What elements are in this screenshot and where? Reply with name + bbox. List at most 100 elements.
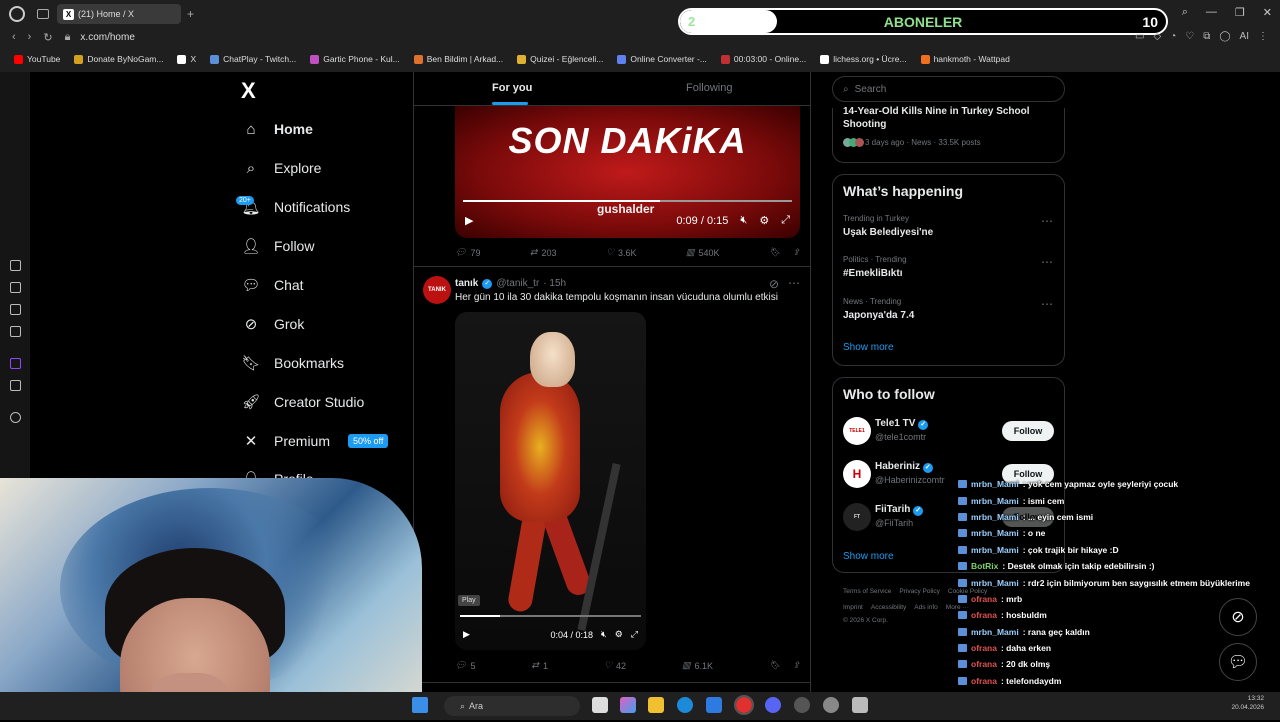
account-name[interactable]: FiiTarih ✓: [875, 504, 924, 516]
footer-link[interactable]: Ads info: [914, 604, 938, 611]
footer-link[interactable]: Accessibility: [871, 604, 906, 611]
twitch-icon[interactable]: [10, 358, 21, 369]
share-icon[interactable]: ⇪: [792, 660, 800, 671]
browser-logo-icon[interactable]: [9, 6, 25, 22]
account-name[interactable]: Haberiniz ✓: [875, 461, 933, 473]
reply-button[interactable]: 💬︎ 79: [455, 247, 480, 258]
extension-icon[interactable]: ♡: [1185, 31, 1194, 42]
nav-chat[interactable]: 💬︎ Chat: [241, 276, 303, 294]
post1-video[interactable]: SON DAKiKA gushalder ▶ 0:09 / 0:15 🔇︎ ⚙ …: [455, 106, 800, 238]
bookmark-icon[interactable]: 🔖︎: [769, 660, 780, 671]
task-view-icon[interactable]: [592, 697, 608, 713]
maximize-button[interactable]: ❐: [1235, 6, 1245, 19]
discord-icon[interactable]: [765, 697, 781, 713]
author-handle[interactable]: @tanik_tr: [496, 278, 539, 289]
x-logo[interactable]: X: [241, 78, 256, 104]
forward-icon[interactable]: ›: [28, 31, 32, 43]
trend-name[interactable]: Japonya'da 7.4: [843, 310, 914, 321]
mail-icon[interactable]: [10, 326, 21, 337]
reader-icon[interactable]: [10, 282, 21, 293]
mute-icon[interactable]: 🔇︎: [740, 214, 747, 227]
close-button[interactable]: ✕: [1263, 6, 1272, 19]
nav-explore[interactable]: ⌕ Explore: [242, 159, 322, 177]
bookmark-item[interactable]: Donate ByNoGam...: [74, 54, 163, 64]
settings-gear-icon[interactable]: ⚙: [759, 214, 769, 227]
steam-icon[interactable]: [794, 697, 810, 713]
x-icon[interactable]: [10, 380, 21, 391]
bookmark-item[interactable]: Ben Bildim | Arkad...: [413, 54, 503, 64]
ai-icon[interactable]: AI: [1240, 31, 1249, 42]
views-button[interactable]: ▥ 6.1K: [682, 660, 713, 671]
account-name[interactable]: Tele1 TV ✓: [875, 418, 929, 430]
show-more-link[interactable]: Show more: [843, 342, 894, 353]
notes-icon[interactable]: [10, 304, 21, 315]
play-icon[interactable]: ▶: [463, 629, 470, 640]
new-tab-button[interactable]: +: [187, 7, 194, 21]
extension-icon[interactable]: ◇: [1153, 31, 1161, 42]
bookmark-item[interactable]: lichess.org • Ücre...: [820, 54, 907, 64]
nav-premium[interactable]: ✕ Premium 50% off: [242, 432, 389, 450]
workspaces-icon[interactable]: [37, 9, 49, 19]
fullscreen-icon[interactable]: ⤢: [631, 629, 638, 640]
bookmark-item[interactable]: Online Converter -...: [617, 54, 707, 64]
tab-following[interactable]: Following: [686, 82, 732, 94]
clock-icon[interactable]: [10, 412, 21, 423]
menu-icon[interactable]: ⋮: [1258, 31, 1268, 42]
more-options-icon[interactable]: ⋯: [788, 276, 800, 290]
messages-float-button[interactable]: 💬︎: [1219, 643, 1257, 681]
windows-start-icon[interactable]: [412, 697, 428, 713]
avatar[interactable]: FT: [843, 503, 871, 531]
browser-tab[interactable]: X (21) Home / X: [57, 4, 181, 24]
app-icon[interactable]: [852, 697, 868, 713]
store-icon[interactable]: [706, 697, 722, 713]
bookmark-item[interactable]: Gartic Phone - Kul...: [310, 54, 400, 64]
obs-icon[interactable]: [823, 697, 839, 713]
avatar[interactable]: TELE1: [843, 417, 871, 445]
follow-button[interactable]: Follow: [1002, 421, 1054, 441]
bookmark-item[interactable]: hankmoth - Wattpad: [920, 54, 1010, 64]
extension-icon[interactable]: ◔: [1170, 31, 1176, 42]
repost-button[interactable]: ⇄ 203: [530, 247, 557, 258]
post2-video[interactable]: Play ▶ 0:04 / 0:18 🔇︎ ⚙ ⤢: [455, 312, 646, 650]
back-icon[interactable]: ‹: [12, 31, 16, 43]
footer-link[interactable]: Privacy Policy: [899, 588, 939, 595]
search-tabs-icon[interactable]: ⌕: [1182, 6, 1188, 19]
nav-follow[interactable]: 👤︎ Follow: [241, 237, 314, 255]
bookmark-item[interactable]: YouTube: [14, 54, 60, 64]
play-icon[interactable]: ▶: [465, 214, 473, 227]
bookmark-item[interactable]: ChatPlay - Twitch...: [210, 54, 296, 64]
nav-bookmarks[interactable]: 🔖︎ Bookmarks: [241, 354, 344, 372]
trend-name[interactable]: Uşak Belediyesi'ne: [843, 227, 933, 238]
mute-icon[interactable]: 🔇︎: [601, 629, 607, 640]
reload-icon[interactable]: ↻: [43, 31, 52, 44]
video-progress-bar[interactable]: [460, 615, 641, 617]
nav-grok[interactable]: ⊘ Grok: [242, 315, 305, 333]
trend-name[interactable]: #EmekliBıktı: [843, 268, 902, 279]
more-options-icon[interactable]: ⋯: [1041, 214, 1053, 228]
nav-home[interactable]: ⌂ Home: [242, 120, 312, 138]
extension-icon[interactable]: ▭: [1135, 31, 1144, 42]
profile-icon[interactable]: ◯: [1219, 31, 1230, 42]
edge-icon[interactable]: [677, 697, 693, 713]
bookmark-item[interactable]: 00:03:00 - Online...: [720, 54, 806, 64]
like-button[interactable]: ♡ 42: [604, 660, 626, 671]
avatar[interactable]: TANIK: [423, 276, 451, 304]
reply-button[interactable]: 💬︎ 5: [455, 660, 475, 671]
taskbar-clock[interactable]: 13:32 20.04.2026: [1231, 694, 1264, 712]
views-button[interactable]: ▥ 540K: [686, 247, 720, 258]
bookmark-item[interactable]: X: [177, 54, 196, 64]
footer-link[interactable]: Terms of Service: [843, 588, 891, 595]
minimize-button[interactable]: —: [1206, 6, 1217, 19]
footer-link[interactable]: Imprint: [843, 604, 863, 611]
like-button[interactable]: ♡ 3.6K: [606, 247, 637, 258]
repost-button[interactable]: ⇄ 1: [531, 660, 548, 671]
author-name[interactable]: tanık: [455, 278, 478, 289]
bookmark-item[interactable]: Quizei - Eğlenceli...: [517, 54, 603, 64]
avatar[interactable]: H: [843, 460, 871, 488]
history-icon[interactable]: [10, 260, 21, 271]
taskbar-search[interactable]: ⌕ Ara: [444, 696, 580, 716]
copilot-icon[interactable]: [620, 697, 636, 713]
opera-icon[interactable]: [734, 695, 754, 715]
settings-gear-icon[interactable]: ⚙: [615, 629, 623, 640]
extensions-icon[interactable]: ⧉: [1203, 31, 1210, 42]
